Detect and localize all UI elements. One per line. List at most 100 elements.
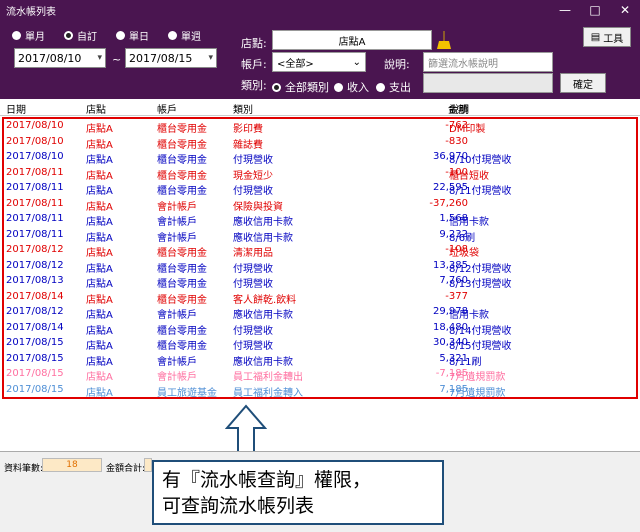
title-bar: 流水帳列表 — □ ✕ [0, 0, 640, 20]
cell-category: 清潔用品 [233, 248, 273, 259]
callout-line-2: 可查詢流水帳列表 [162, 495, 315, 517]
date-to-picker[interactable]: 2017/08/15 ▾ [125, 48, 217, 68]
cell-note: 信用卡款 [449, 310, 489, 321]
header-date[interactable]: 日期 [6, 101, 26, 116]
table-row[interactable]: 2017/08/11 店點A 會計帳戶 保險與投資 -37,260 [0, 197, 640, 213]
table-row[interactable]: 2017/08/15 店點A 會計帳戶 員工福利金轉出 -7,185 7月遺規罰款 [0, 367, 640, 383]
tools-button[interactable]: ▤ 工具 [583, 27, 631, 47]
radio-period-week[interactable]: 單週 [168, 28, 201, 43]
amount-total-label: 金額合計: [106, 464, 146, 474]
cell-date: 2017/08/14 [6, 321, 64, 333]
cell-date: 2017/08/15 [6, 352, 64, 364]
calendar-dropdown-icon: ▾ [97, 53, 102, 63]
cell-date: 2017/08/11 [6, 213, 64, 224]
table-row[interactable]: 2017/08/14 店點A 櫃台零用金 客人餅乾.飲料 -377 [0, 290, 640, 306]
amount-total-value [144, 458, 152, 472]
cell-category: 員工福利金轉入 [233, 387, 303, 399]
date-from-picker[interactable]: 2017/08/10 ▾ [14, 48, 106, 68]
account-label: 帳戶: [241, 58, 267, 71]
window-title: 流水帳列表 [6, 6, 56, 18]
minimize-button[interactable]: — [550, 0, 580, 20]
radio-category-income[interactable]: 收入 [334, 79, 369, 95]
cell-store: 店點A [86, 387, 113, 399]
table-row[interactable]: 2017/08/12 店點A 會計帳戶 應收信用卡款 29,978 信用卡款 [0, 305, 640, 321]
tools-button-label: 工具 [603, 33, 624, 45]
table-row[interactable]: 2017/08/15 店點A 櫃台零用金 付現營收 30,340 8/15付現營收 [0, 336, 640, 352]
cell-store: 店點A [86, 263, 113, 275]
cell-category: 應收信用卡款 [233, 217, 293, 228]
table-row[interactable]: 2017/08/11 店點A 櫃台零用金 付現營收 22,595 8/11付現營收 [0, 181, 640, 197]
note-filter-placeholder: 篩選流水帳說明 [428, 58, 498, 70]
radio-category-all[interactable]: 全部類別 [272, 79, 329, 95]
table-row[interactable]: 2017/08/13 店點A 櫃台零用金 付現營收 7,760 8/13付現營收 [0, 274, 640, 290]
cell-category: 付現營收 [233, 155, 273, 166]
cell-store: 店點A [86, 248, 113, 259]
cell-account: 櫃台零用金 [157, 170, 207, 182]
cell-account: 櫃台零用金 [157, 155, 207, 166]
cell-date: 2017/08/10 [6, 120, 64, 131]
cell-note: 8/10付現營收 [449, 155, 512, 166]
date-range-separator: ~ [112, 53, 122, 66]
cell-account: 會計帳戶 [157, 356, 197, 368]
table-row[interactable]: 2017/08/12 店點A 櫃台零用金 付現營收 13,385 8/12付現營收 [0, 259, 640, 275]
cell-date: 2017/08/10 [6, 151, 64, 162]
cell-date: 2017/08/11 [6, 197, 64, 209]
header-account[interactable]: 帳戶 [157, 101, 177, 116]
cell-category: 雜誌費 [233, 139, 263, 151]
account-select[interactable]: <全部> ⌄ [272, 52, 366, 72]
cell-account: 會計帳戶 [157, 217, 197, 228]
cell-store: 店點A [86, 124, 113, 135]
cell-date: 2017/08/11 [6, 166, 64, 178]
cell-note: 信用卡款 [449, 217, 489, 228]
record-count-label: 資料筆數: [4, 464, 44, 474]
radio-period-month[interactable]: 單月 [12, 28, 45, 43]
table-row[interactable]: 2017/08/11 店點A 會計帳戶 應收信用卡款 9,232 8/6刷 [0, 228, 640, 244]
cell-store: 店點A [86, 201, 113, 213]
radio-period-custom[interactable]: 自訂 [64, 28, 97, 43]
cell-account: 會計帳戶 [157, 372, 197, 383]
cell-category: 客人餅乾.飲料 [233, 294, 297, 306]
cell-store: 店點A [86, 372, 113, 383]
table-row[interactable]: 2017/08/12 店點A 櫃台零用金 清潔用品 -108 垃圾袋 [0, 243, 640, 259]
cell-note: 8/11付現營收 [449, 186, 512, 197]
table-row[interactable]: 2017/08/11 店點A 會計帳戶 應收信用卡款 1,568 信用卡款 [0, 212, 640, 228]
broom-clear-icon[interactable] [436, 30, 452, 50]
category-field[interactable] [423, 73, 553, 93]
cell-store: 店點A [86, 217, 113, 228]
cell-store: 店點A [86, 310, 113, 321]
header-store[interactable]: 店點 [86, 101, 106, 116]
table-row[interactable]: 2017/08/15 店點A 員工旅遊基金 員工福利金轉入 7,185 7月遺規罰款 [0, 383, 640, 399]
cell-category: 保險與投資 [233, 201, 283, 213]
close-button[interactable]: ✕ [610, 0, 640, 20]
cell-store: 店點A [86, 155, 113, 166]
radio-period-day[interactable]: 單日 [116, 28, 149, 43]
table-row[interactable]: 2017/08/14 店點A 櫃台零用金 付現營收 18,480 8/14付現營收 [0, 321, 640, 337]
cell-category: 付現營收 [233, 263, 273, 275]
cell-note: 8/15付現營收 [449, 341, 512, 352]
table-row[interactable]: 2017/08/15 店點A 會計帳戶 應收信用卡款 5,321 8/11刷 [0, 352, 640, 368]
maximize-button[interactable]: □ [580, 0, 610, 20]
header-note[interactable]: 說明 [449, 101, 469, 116]
calendar-dropdown-icon: ▾ [208, 53, 213, 63]
table-row[interactable]: 2017/08/10 店點A 櫃台零用金 付現營收 36,970 8/10付現營收 [0, 150, 640, 166]
cell-store: 店點A [86, 341, 113, 352]
cell-account: 會計帳戶 [157, 232, 197, 244]
cell-store: 店點A [86, 356, 113, 368]
cell-account: 櫃台零用金 [157, 139, 207, 151]
header-category[interactable]: 類別 [233, 101, 253, 116]
radio-category-expense[interactable]: 支出 [376, 79, 411, 95]
cell-amount: -830 [445, 135, 468, 147]
cell-account: 員工旅遊基金 [157, 387, 217, 399]
note-filter-input[interactable]: 篩選流水帳說明 [423, 52, 553, 72]
cell-date: 2017/08/12 [6, 306, 64, 317]
cell-store: 店點A [86, 279, 113, 290]
cell-note: 8/13付現營收 [449, 279, 512, 290]
account-select-value: <全部> [277, 58, 314, 70]
table-row[interactable]: 2017/08/10 店點A 櫃台零用金 雜誌費 -830 [0, 135, 640, 151]
table-row[interactable]: 2017/08/11 店點A 櫃台零用金 現金短少 -100 櫃台短收 [0, 166, 640, 182]
cell-account: 櫃台零用金 [157, 341, 207, 352]
table-row[interactable]: 2017/08/10 店點A 櫃台零用金 影印費 -763 DM印製 [0, 119, 640, 135]
confirm-button[interactable]: 確定 [560, 73, 606, 93]
store-field[interactable]: 店點A [272, 30, 432, 50]
cell-account: 櫃台零用金 [157, 263, 207, 275]
